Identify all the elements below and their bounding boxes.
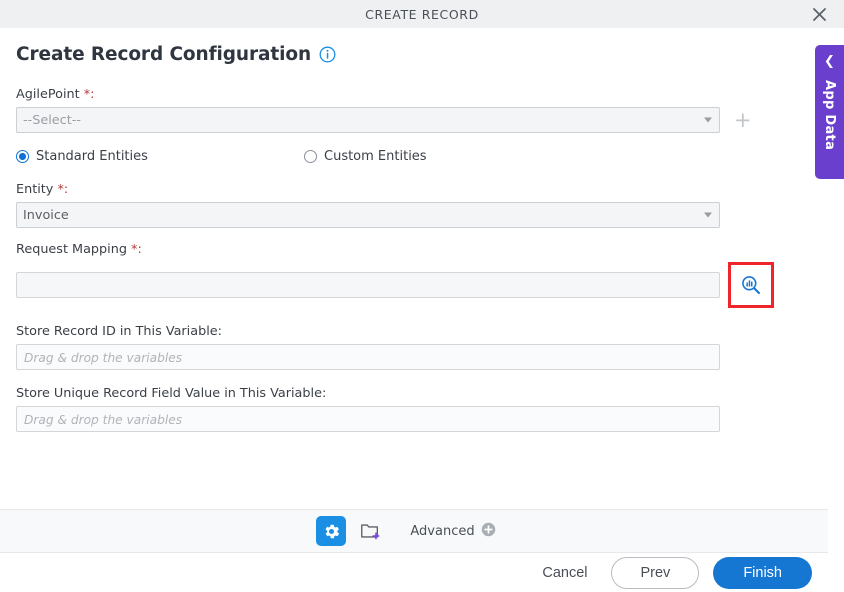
radio-custom-entities-label: Custom Entities bbox=[324, 149, 427, 164]
circle-plus-icon[interactable] bbox=[481, 522, 496, 541]
gear-icon[interactable] bbox=[316, 516, 347, 546]
label-entity-text: Entity bbox=[16, 182, 54, 197]
advanced-label: Advanced bbox=[410, 523, 475, 539]
agilepoint-select-value: --Select-- bbox=[23, 112, 81, 128]
window-title: CREATE RECORD bbox=[365, 6, 479, 22]
field-request-mapping: Request Mapping *: bbox=[16, 242, 828, 308]
new-folder-icon[interactable] bbox=[356, 517, 384, 545]
entity-select[interactable]: Invoice bbox=[16, 202, 720, 228]
label-agilepoint: AgilePoint *: bbox=[16, 87, 828, 102]
app-data-tab-label: App Data bbox=[822, 80, 837, 151]
app-data-tab[interactable]: ❮ App Data bbox=[815, 45, 844, 179]
store-unique-field-input[interactable] bbox=[16, 406, 720, 432]
agilepoint-row: --Select-- + bbox=[16, 107, 828, 133]
info-icon[interactable] bbox=[319, 46, 336, 63]
dialog-body: Create Record Configuration AgilePoint *… bbox=[0, 28, 844, 592]
radio-standard-entities-label: Standard Entities bbox=[36, 149, 148, 164]
label-store-record-id: Store Record ID in This Variable: bbox=[16, 324, 222, 339]
entity-type-radio-group: Standard Entities Custom Entities bbox=[16, 149, 828, 164]
prev-button[interactable]: Prev bbox=[611, 556, 700, 589]
required-asterisk: *: bbox=[57, 182, 69, 197]
page-title-row: Create Record Configuration bbox=[16, 44, 828, 65]
required-asterisk: *: bbox=[83, 87, 95, 102]
cancel-button[interactable]: Cancel bbox=[532, 559, 597, 587]
finish-button[interactable]: Finish bbox=[713, 556, 812, 589]
store-record-id-input[interactable] bbox=[16, 344, 720, 370]
field-agilepoint: AgilePoint *: --Select-- + bbox=[16, 87, 828, 133]
radio-custom-entities[interactable]: Custom Entities bbox=[304, 149, 427, 164]
bottom-toolbar: Advanced bbox=[0, 509, 828, 553]
request-mapping-row bbox=[16, 262, 828, 308]
field-entity: Entity *: Invoice bbox=[16, 182, 828, 228]
page-title: Create Record Configuration bbox=[16, 44, 312, 65]
chevron-down-icon bbox=[704, 212, 712, 218]
label-request-mapping-text: Request Mapping bbox=[16, 242, 127, 257]
label-agilepoint-text: AgilePoint bbox=[16, 87, 80, 102]
plus-icon[interactable]: + bbox=[734, 109, 752, 131]
field-store-unique-field: Store Unique Record Field Value in This … bbox=[16, 386, 828, 432]
window-titlebar: CREATE RECORD bbox=[0, 0, 844, 28]
schema-search-icon[interactable] bbox=[728, 262, 774, 308]
required-asterisk: *: bbox=[131, 242, 142, 257]
request-mapping-input[interactable] bbox=[16, 272, 720, 298]
advanced-button[interactable]: Advanced bbox=[410, 522, 495, 541]
label-store-unique-field: Store Unique Record Field Value in This … bbox=[16, 386, 327, 401]
radio-custom-entities-icon bbox=[304, 150, 317, 163]
label-entity: Entity *: bbox=[16, 182, 828, 197]
close-icon[interactable] bbox=[808, 3, 830, 25]
chevron-down-icon bbox=[704, 117, 712, 123]
radio-standard-entities-icon bbox=[16, 150, 29, 163]
chevron-left-icon: ❮ bbox=[824, 54, 835, 69]
radio-standard-entities[interactable]: Standard Entities bbox=[16, 149, 304, 164]
dialog-footer: Cancel Prev Finish bbox=[0, 553, 828, 592]
label-request-mapping: Request Mapping *: bbox=[16, 242, 828, 257]
field-store-record-id: Store Record ID in This Variable: bbox=[16, 324, 828, 370]
agilepoint-select[interactable]: --Select-- bbox=[16, 107, 720, 133]
entity-select-value: Invoice bbox=[23, 207, 69, 223]
